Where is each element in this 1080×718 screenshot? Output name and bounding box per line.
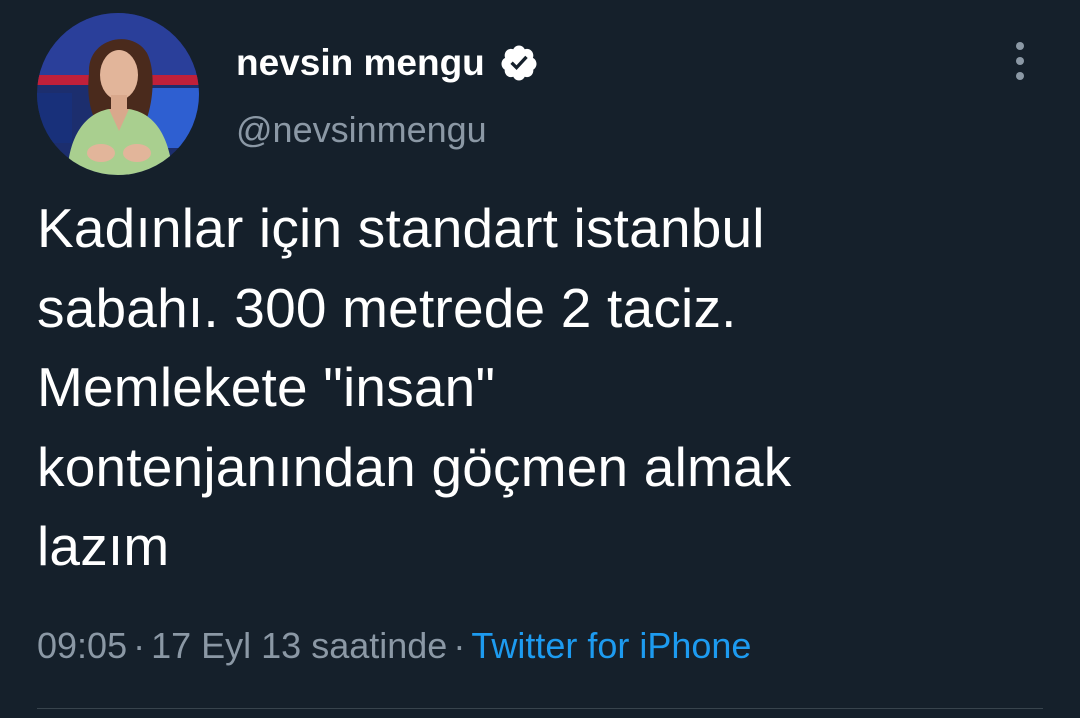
tweet-meta: 09:05 · 17 Eyl 13 saatinde · Twitter for iPh… [37, 622, 751, 670]
tweet-date[interactable]: 17 Eyl 13 saatinde [151, 625, 447, 666]
tweet-time[interactable]: 09:05 [37, 625, 127, 666]
tweet-text: Kadınlar için standart istanbul sabahı. … [37, 197, 792, 577]
meta-separator: · [133, 625, 146, 666]
divider [37, 708, 1043, 709]
display-name[interactable]: nevsin mengu [236, 40, 539, 86]
verified-badge-icon [499, 43, 539, 83]
avatar[interactable] [37, 13, 199, 175]
handle[interactable]: @nevsinmengu [236, 108, 487, 152]
tweet-source-link[interactable]: Twitter for iPhone [471, 625, 751, 666]
profile-photo-icon [37, 13, 199, 175]
tweet: nevsin mengu @nevsinmengu Kadınlar için … [0, 0, 1080, 718]
more-vertical-icon[interactable] [1002, 38, 1038, 84]
meta-separator: · [453, 625, 466, 666]
display-name-text: nevsin mengu [236, 42, 485, 83]
